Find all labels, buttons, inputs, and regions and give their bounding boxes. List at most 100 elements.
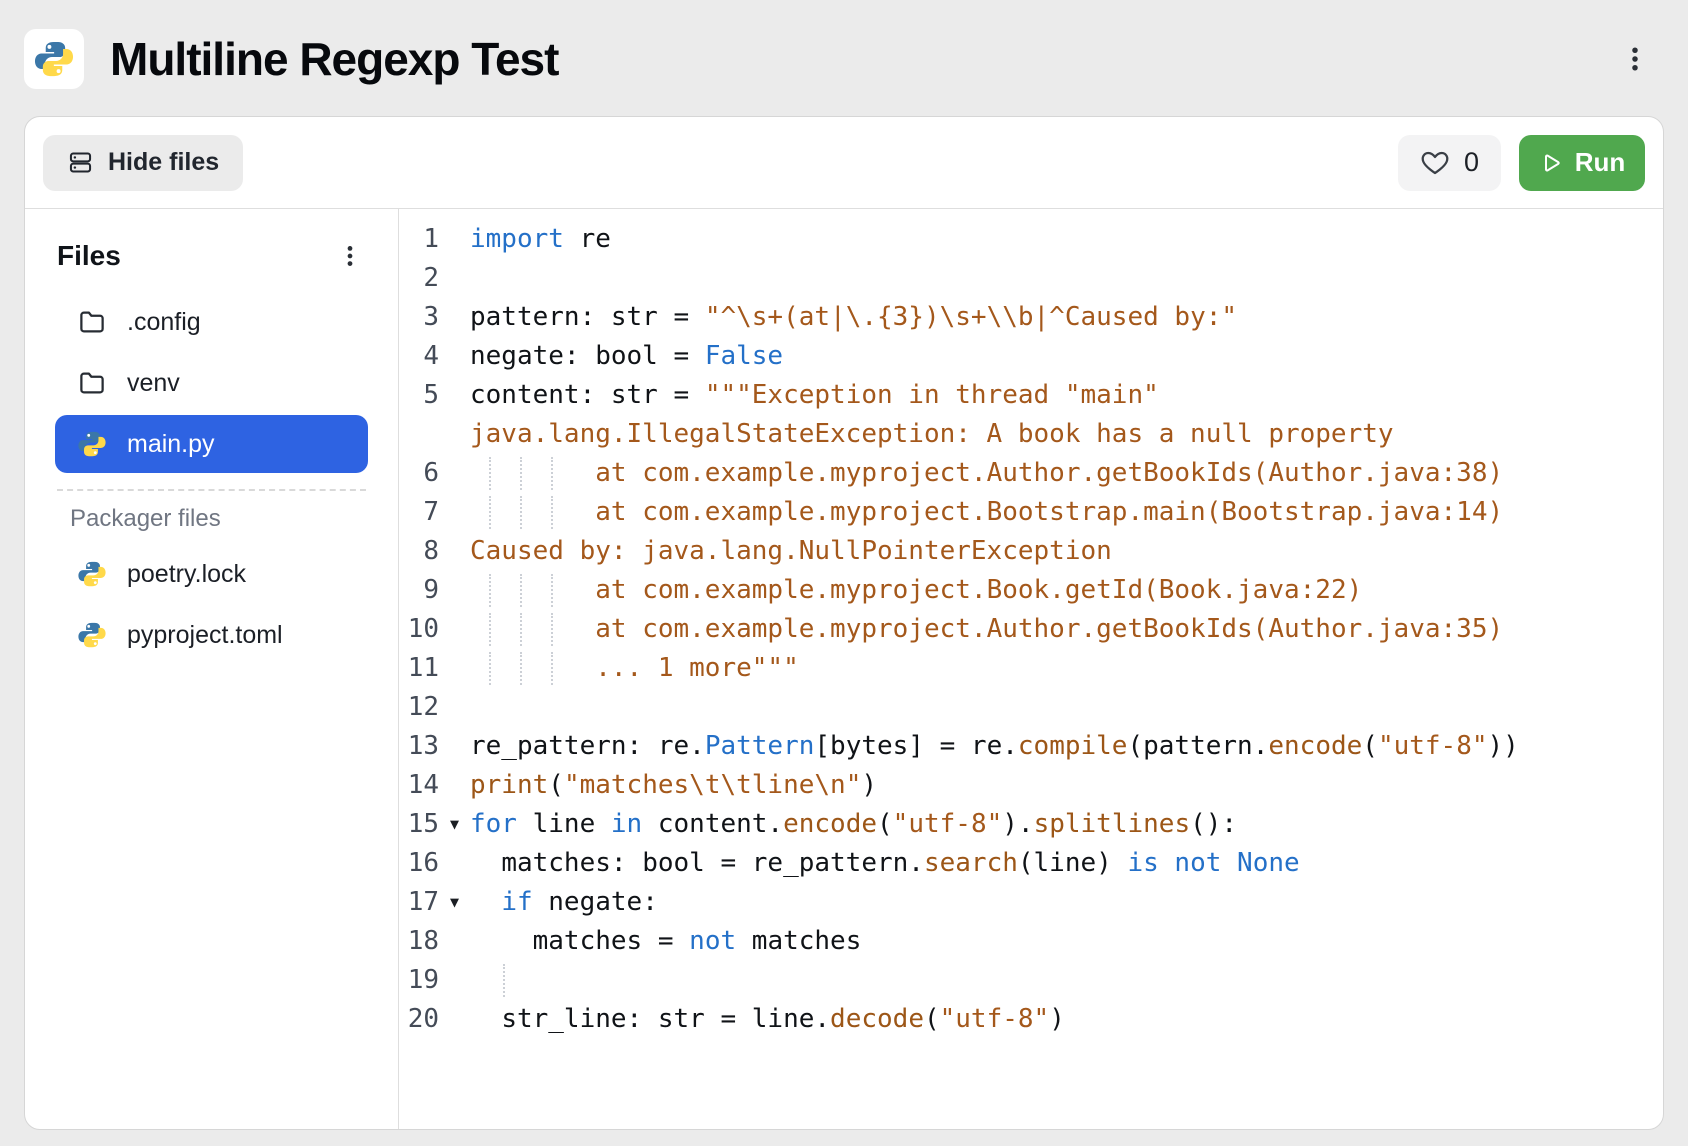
file-item-poetry-lock[interactable]: poetry.lock xyxy=(55,545,368,603)
code-text: matches: bool = re_pattern.search(line) … xyxy=(470,844,1550,883)
code-text: if negate: xyxy=(470,883,1550,922)
code-text: pattern: str = "^\s+(at|\.{3})\s+\\b|^Ca… xyxy=(470,298,1550,337)
indent-guide xyxy=(551,613,553,646)
code-line[interactable]: 2 xyxy=(399,259,1663,298)
code-line[interactable]: 5content: str = """Exception in thread "… xyxy=(399,376,1663,454)
python-icon xyxy=(77,559,107,589)
indent-guide xyxy=(489,652,491,685)
indent-guide xyxy=(489,496,491,529)
indent-guide xyxy=(520,652,522,685)
fold-gutter xyxy=(439,532,470,571)
indent-guide xyxy=(520,613,522,646)
code-text: for line in content.encode("utf-8").spli… xyxy=(470,805,1550,844)
code-text: matches = not matches xyxy=(470,922,1550,961)
fold-gutter xyxy=(439,844,470,883)
code-line[interactable]: 10 at com.example.myproject.Author.getBo… xyxy=(399,610,1663,649)
likes-count: 0 xyxy=(1464,147,1479,178)
line-number: 13 xyxy=(399,727,439,766)
file-item-pyproject-toml[interactable]: pyproject.toml xyxy=(55,606,368,664)
indent-guide xyxy=(520,574,522,607)
line-number: 7 xyxy=(399,493,439,532)
code-line[interactable]: 4 negate: bool = False xyxy=(399,337,1663,376)
code-line[interactable]: 14print("matches\t\tline\n") xyxy=(399,766,1663,805)
code-line[interactable]: 3 pattern: str = "^\s+(at|\.{3})\s+\\b|^C… xyxy=(399,298,1663,337)
line-number: 16 xyxy=(399,844,439,883)
files-title: Files xyxy=(57,240,121,272)
code-line[interactable]: 13 re_pattern: re.Pattern[bytes] = re.com… xyxy=(399,727,1663,766)
file-tree-icon xyxy=(67,149,94,176)
line-number: 17 xyxy=(399,883,439,922)
code-line[interactable]: 7 at com.example.myproject.Bootstrap.mai… xyxy=(399,493,1663,532)
likes-button[interactable]: 0 xyxy=(1398,135,1501,191)
page-title: Multiline Regexp Test xyxy=(110,32,558,86)
fold-arrow-icon[interactable]: ▼ xyxy=(439,805,470,844)
line-number: 11 xyxy=(399,649,439,688)
code-line[interactable]: 20 str_line: str = line.decode("utf-8") xyxy=(399,1000,1663,1039)
python-icon xyxy=(77,429,107,459)
fold-arrow-icon[interactable]: ▼ xyxy=(439,883,470,922)
code-line[interactable]: 16 matches: bool = re_pattern.search(lin… xyxy=(399,844,1663,883)
file-item-venv[interactable]: venv xyxy=(55,354,368,412)
indent-guide xyxy=(489,613,491,646)
indent-guide xyxy=(520,496,522,529)
indent-guide xyxy=(551,457,553,490)
line-number: 9 xyxy=(399,571,439,610)
line-number: 19 xyxy=(399,961,439,1000)
python-logo-icon xyxy=(33,38,75,80)
code-line[interactable]: 6 at com.example.myproject.Author.getBoo… xyxy=(399,454,1663,493)
line-number: 12 xyxy=(399,688,439,727)
file-label: .config xyxy=(127,308,201,337)
header-menu-button[interactable] xyxy=(1618,42,1652,76)
code-line[interactable]: 15▼for line in content.encode("utf-8").s… xyxy=(399,805,1663,844)
files-sidebar: Files .configvenvmain.py Packager files … xyxy=(25,209,399,1129)
code-line[interactable]: 9 at com.example.myproject.Book.getId(Bo… xyxy=(399,571,1663,610)
code-text: negate: bool = False xyxy=(470,337,1550,376)
code-text: re_pattern: re.Pattern[bytes] = re.compi… xyxy=(470,727,1550,766)
fold-gutter xyxy=(439,961,470,1000)
run-button[interactable]: Run xyxy=(1519,135,1645,191)
hide-files-button[interactable]: Hide files xyxy=(43,135,243,191)
code-editor[interactable]: 1 import re23 pattern: str = "^\s+(at|\.{3… xyxy=(399,209,1663,1129)
line-number: 6 xyxy=(399,454,439,493)
code-text: str_line: str = line.decode("utf-8") xyxy=(470,1000,1550,1039)
code-line[interactable]: 12 xyxy=(399,688,1663,727)
file-label: poetry.lock xyxy=(127,560,246,589)
fold-gutter xyxy=(439,298,470,337)
fold-gutter xyxy=(439,220,470,259)
indent-guide xyxy=(489,457,491,490)
file-item-main-py[interactable]: main.py xyxy=(55,415,368,473)
fold-gutter xyxy=(439,259,470,298)
code-text: at com.example.myproject.Author.getBookI… xyxy=(470,454,1550,493)
file-item-config[interactable]: .config xyxy=(55,293,368,351)
code-text: import re xyxy=(470,220,1550,259)
code-line[interactable]: 17▼ if negate: xyxy=(399,883,1663,922)
code-line[interactable]: 8Caused by: java.lang.NullPointerExcepti… xyxy=(399,532,1663,571)
fold-gutter xyxy=(439,610,470,649)
code-line[interactable]: 11 ... 1 more""" xyxy=(399,649,1663,688)
code-text: at com.example.myproject.Bootstrap.main(… xyxy=(470,493,1550,532)
python-icon xyxy=(77,620,107,650)
fold-gutter xyxy=(439,688,470,727)
folder-icon xyxy=(77,368,107,398)
file-label: main.py xyxy=(127,430,215,459)
code-text xyxy=(470,688,1550,727)
run-label: Run xyxy=(1575,147,1626,178)
code-text xyxy=(470,259,1550,298)
file-list: .config venv main.py xyxy=(55,293,368,473)
file-label: venv xyxy=(127,369,180,398)
line-number: 1 xyxy=(399,220,439,259)
code-line[interactable]: 18 matches = not matches xyxy=(399,922,1663,961)
line-number: 4 xyxy=(399,337,439,376)
code-line[interactable]: 19 xyxy=(399,961,1663,1000)
line-number: 3 xyxy=(399,298,439,337)
fold-gutter xyxy=(439,454,470,493)
code-text: at com.example.myproject.Author.getBookI… xyxy=(470,610,1550,649)
fold-gutter xyxy=(439,493,470,532)
indent-guide xyxy=(551,652,553,685)
hide-files-label: Hide files xyxy=(108,148,219,177)
kebab-menu-icon xyxy=(1620,44,1650,74)
fold-gutter xyxy=(439,1000,470,1039)
line-number: 5 xyxy=(399,376,439,454)
code-line[interactable]: 1 import re xyxy=(399,220,1663,259)
files-menu-button[interactable] xyxy=(334,240,366,272)
